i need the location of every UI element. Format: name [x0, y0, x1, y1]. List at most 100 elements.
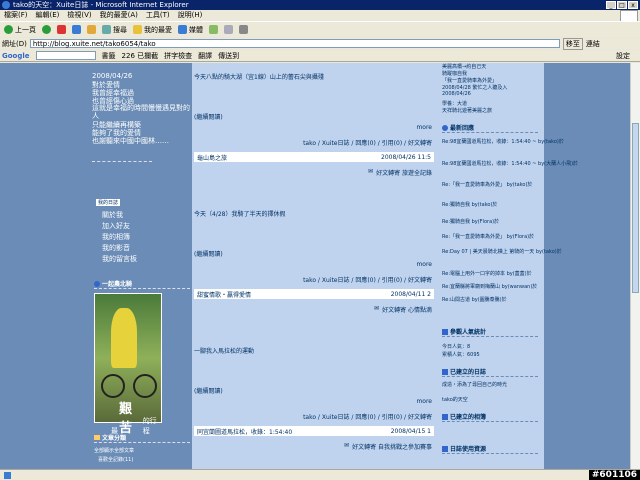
stop-icon[interactable]: [57, 25, 66, 34]
read-more-link[interactable]: (繼續閱讀): [194, 112, 223, 121]
history-icon[interactable]: [209, 25, 218, 34]
left-sidebar: 2008/04/26 對於愛情 我曾經幸福過 也曾經傷心過 這就是幸福的時間慢慢…: [88, 63, 192, 469]
post-title[interactable]: 一腳我入馬拉松的運動: [194, 346, 254, 355]
spellcheck-button[interactable]: 拼字檢查: [164, 51, 192, 61]
vertical-scrollbar[interactable]: [630, 63, 640, 469]
print-icon[interactable]: [239, 25, 248, 34]
post-ref-title[interactable]: 同宜蘭圖道馬拉松，收錄：1:54:40: [197, 427, 292, 436]
close-button[interactable]: x: [628, 1, 638, 9]
category-item[interactable]: 喜歡全記錄(11): [98, 456, 133, 463]
photo-caption: 最 艱苦 的行程: [111, 402, 157, 436]
list-item: 2008/04/26: [442, 91, 471, 97]
more-link[interactable]: more: [416, 124, 432, 131]
read-more-link[interactable]: (繼續閱讀): [194, 386, 223, 395]
comment-item[interactable]: Re:「我一直愛騎車為外愛」 by(tako)於: [442, 181, 532, 188]
pagerank-button[interactable]: 書籤: [102, 51, 116, 61]
menu-view[interactable]: 檢視(V): [67, 10, 91, 20]
comment-item[interactable]: Re:獨騎自我 by(Flora)於: [442, 218, 499, 225]
send-to-button[interactable]: 傳送到: [218, 51, 239, 61]
scroll-thumb[interactable]: [632, 123, 639, 293]
comment-item[interactable]: Re:98宜蘭國道馬拉松，收錄：1:54:40 ~ by(tako)於: [442, 138, 564, 145]
list-item[interactable]: 美麗高橋→約自己天: [442, 63, 486, 70]
window-title-bar: tako的天空：Xuite日誌 - Microsoft Internet Exp…: [0, 0, 640, 10]
menu-tools[interactable]: 工具(T): [146, 10, 170, 20]
google-logo: Google: [2, 51, 30, 60]
menu-my-video[interactable]: 我的影音: [102, 243, 130, 253]
post-ref-bar: 甜蜜情歌・贏得愛情 2008/04/11 2: [194, 289, 434, 299]
post-meta: tako / Xuite日誌 / 回應(0) / 引用(0) / 好文轉寄: [303, 140, 432, 147]
home-icon[interactable]: [87, 25, 96, 34]
mail-icon[interactable]: [224, 25, 233, 34]
book-icon: [442, 368, 448, 375]
comment-item[interactable]: Re:「我一直愛騎車為外愛」 by(Flora)於: [442, 233, 534, 240]
popup-blocked-button[interactable]: 226 已攔截: [122, 51, 159, 61]
search-button[interactable]: 搜尋: [102, 25, 127, 35]
post-actions[interactable]: ✉ 好文轉寄 旅遊全記錄: [368, 168, 432, 177]
more-link[interactable]: more: [416, 261, 432, 268]
read-more-link[interactable]: (繼續閱讀): [194, 249, 223, 258]
poem-line: 也謝聽來中國中國林……: [92, 137, 169, 145]
post-ref-title[interactable]: 龜山島之旅: [197, 153, 227, 162]
menu-help[interactable]: 說明(H): [178, 10, 203, 20]
forward-arrow-icon[interactable]: [42, 25, 51, 34]
category-all[interactable]: 全部顯示全部文章: [94, 447, 134, 454]
status-bar: #601106: [0, 469, 640, 480]
menu-about-me[interactable]: 關於我: [102, 210, 123, 220]
comment-item[interactable]: Re:山間古道 by(圖騰泰騰)於: [442, 296, 507, 303]
post-date-stamp: 2008/04/11 2: [390, 290, 431, 298]
favorites-button[interactable]: 我的最愛: [133, 25, 172, 35]
menu-edit[interactable]: 編輯(E): [36, 10, 60, 20]
list-item[interactable]: 天祥騎北遊著美麗之旅: [442, 107, 492, 114]
bike-wheel: [101, 374, 125, 398]
comment-item[interactable]: Re:獨騎自我 by(tako)於: [442, 201, 497, 208]
post-title[interactable]: 今天（4/28）我騎了半天的擇休假: [194, 209, 285, 218]
back-button[interactable]: 上一頁: [4, 25, 36, 35]
maximize-button[interactable]: □: [617, 1, 627, 9]
today-visits: 今日人氣：8: [442, 344, 471, 350]
links-label[interactable]: 連結: [586, 39, 600, 49]
window-title: tako的天空：Xuite日誌 - Microsoft Internet Exp…: [13, 1, 189, 9]
minimize-button[interactable]: _: [606, 1, 616, 9]
section-header: 參觀人氣統計: [442, 327, 538, 337]
comment-item[interactable]: Re:電腦上用外一口字的掉本 by(蓋蓋)於: [442, 270, 532, 277]
menu-my-guestbook[interactable]: 我的留言板: [102, 254, 137, 264]
refresh-icon[interactable]: [72, 25, 81, 34]
list-item[interactable]: 騎蹤咖自我: [442, 70, 467, 77]
journal-item[interactable]: tako的天空: [442, 396, 468, 403]
post-actions[interactable]: ✉ 好文轉寄 心情點滴: [374, 305, 432, 314]
list-item[interactable]: 「我一直愛騎車為外愛」: [442, 77, 497, 84]
post-meta: tako / Xuite日誌 / 回應(0) / 引用(0) / 好文轉寄: [303, 414, 432, 421]
bike-wheel: [133, 374, 157, 398]
comment-item[interactable]: Re:98宜蘭國道馬拉松，收錄：1:54:40 ~ by(大蘭人小飛)於: [442, 160, 578, 167]
settings-button[interactable]: 設定: [616, 51, 630, 61]
search-icon: [102, 25, 111, 34]
translate-button[interactable]: 翻譯: [198, 51, 212, 61]
menu-file[interactable]: 檔案(F): [4, 10, 28, 20]
star-icon: [133, 25, 142, 34]
google-search-input[interactable]: [35, 51, 96, 60]
address-input[interactable]: http://blog.xuite.net/tako6054/tako: [29, 39, 560, 48]
bike-icon: [94, 280, 100, 287]
post-date-stamp: 2008/04/26 11:5: [381, 153, 431, 161]
menu-my-album[interactable]: 我的相簿: [102, 232, 130, 242]
comment-item[interactable]: Re:宜蘭縣將軍廟到梅蘭山 by(wanwan)於: [442, 283, 537, 290]
post-actions[interactable]: ✉ 好文轉寄 自我挑戰之參加賽事: [344, 442, 432, 451]
right-sidebar: 美麗高橋→約自己天 騎蹤咖自我 「我一直愛騎車為外愛」 2008/04/28 繁…: [438, 63, 578, 469]
ie-icon: [2, 1, 10, 9]
chart-icon: [442, 328, 448, 335]
media-button[interactable]: 媒體: [178, 25, 203, 35]
section-header: 一起農北騎: [94, 279, 190, 289]
menu-add-friend[interactable]: 加入好友: [102, 221, 130, 231]
media-icon: [178, 25, 187, 34]
section-header: 已建立的日誌: [442, 367, 538, 377]
journal-item[interactable]: 成造・添為了尋回自己的時光: [442, 381, 507, 388]
menu-favorites[interactable]: 我的最愛(A): [100, 10, 138, 20]
post-title[interactable]: 今天八點的騎大湖（宜1線）山上的蕾石尖與攝殘: [194, 72, 324, 81]
more-link[interactable]: more: [416, 398, 432, 405]
bike-icon: [442, 124, 448, 131]
folder-icon: [94, 435, 100, 440]
go-button[interactable]: 移至: [562, 37, 583, 50]
comment-item[interactable]: Re:Day 07 | 美天晨騎北橫上 第騎的一天 by(tako)於: [442, 248, 562, 255]
list-item[interactable]: 學養：大道: [442, 100, 467, 107]
post-ref-title[interactable]: 甜蜜情歌・贏得愛情: [197, 290, 251, 299]
